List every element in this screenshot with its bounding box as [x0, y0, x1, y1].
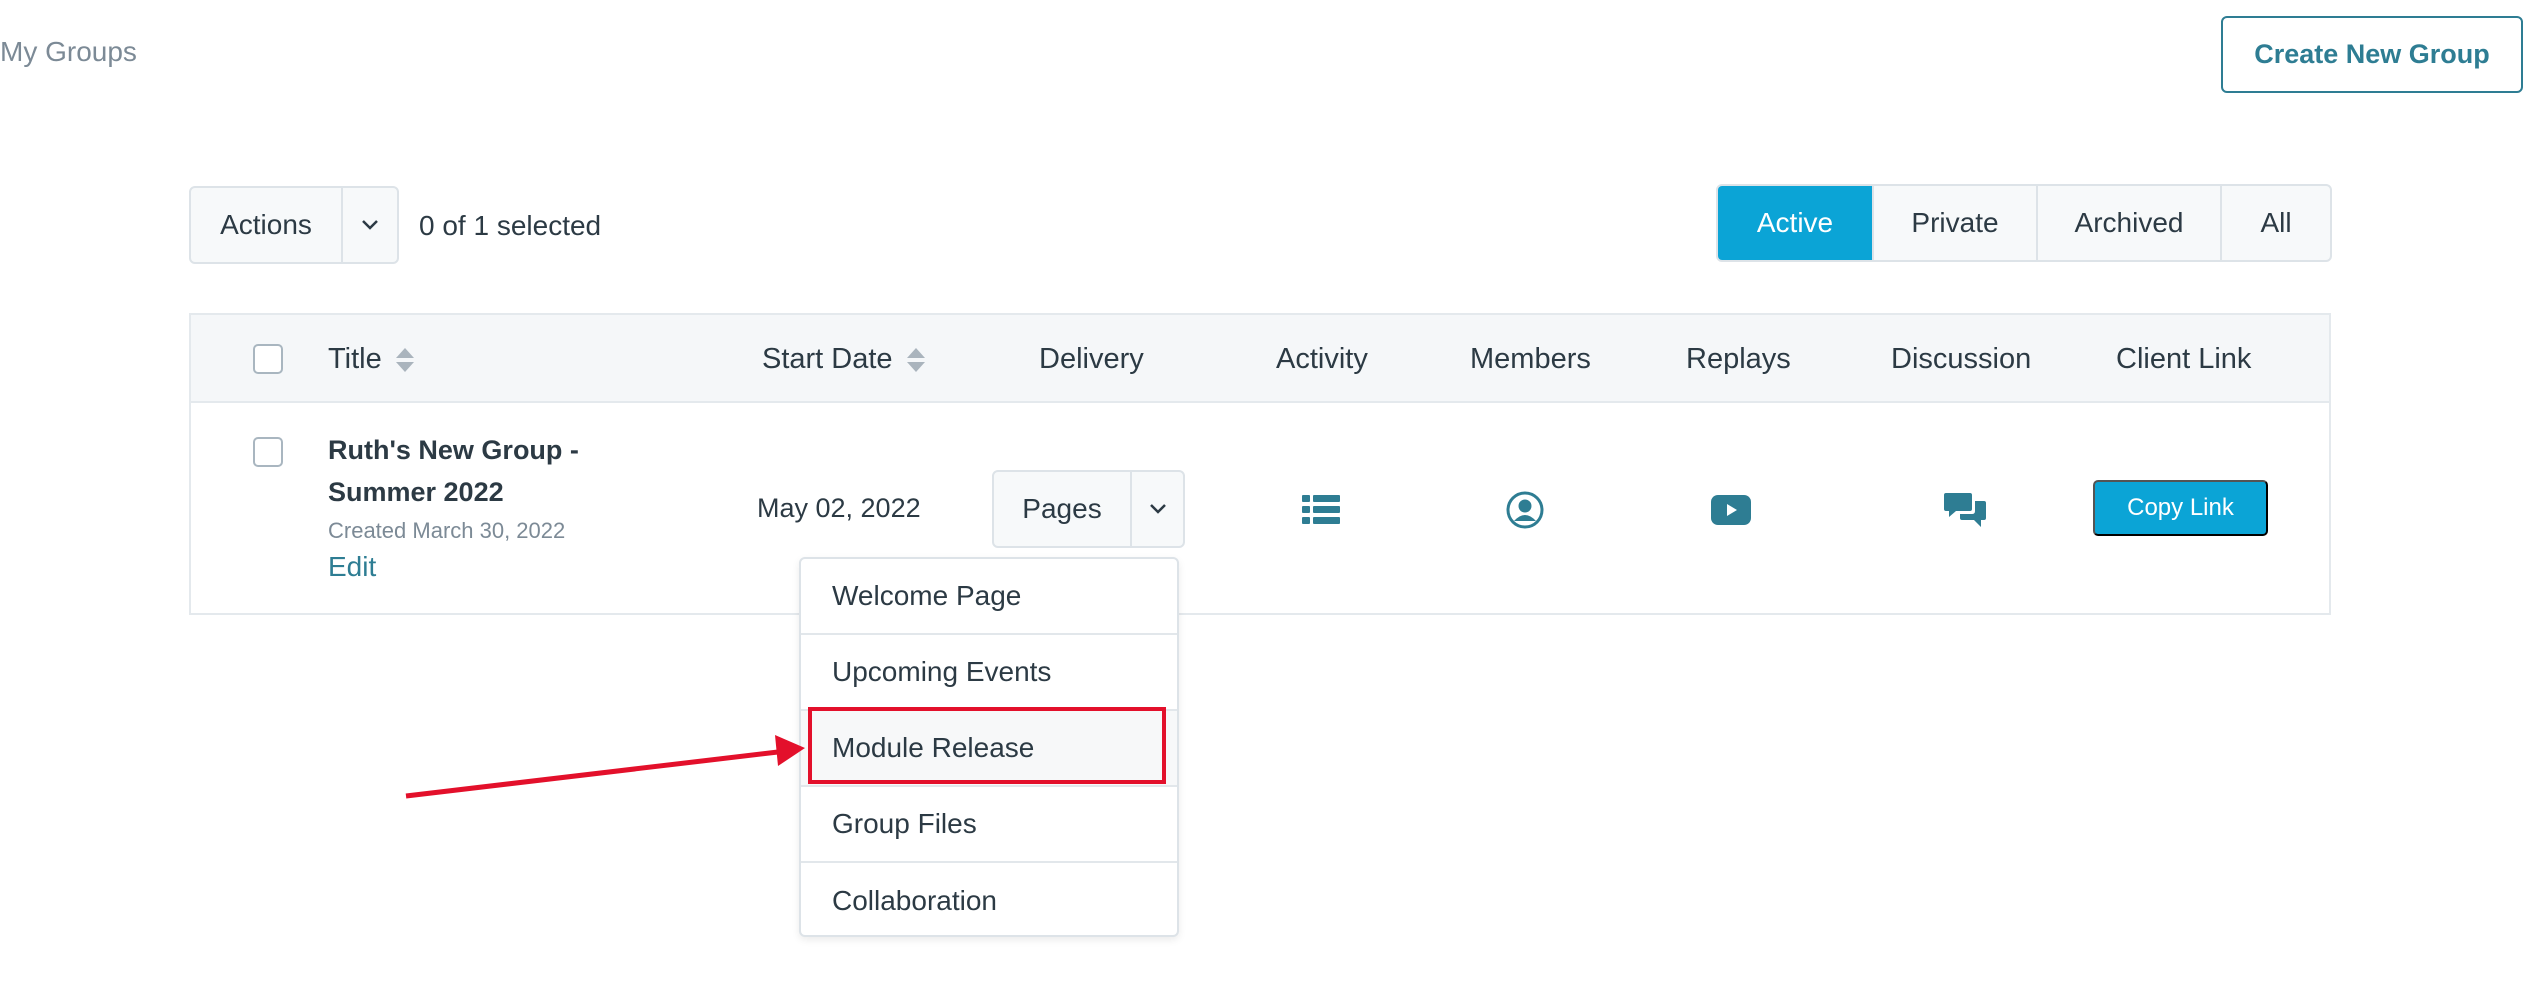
actions-button-label[interactable]: Actions: [191, 188, 341, 262]
table-header: Title Start Date Delivery Activity Membe…: [191, 315, 2329, 403]
chevron-down-icon[interactable]: [341, 188, 397, 262]
status-filter-tabs: Active Private Archived All: [1716, 184, 2332, 262]
groups-table: Title Start Date Delivery Activity Membe…: [189, 313, 2331, 615]
start-date: May 02, 2022: [757, 493, 921, 523]
edit-link[interactable]: Edit: [328, 551, 376, 583]
column-members: Members: [1470, 343, 1591, 375]
annotation-highlight-box: [808, 707, 1166, 784]
copy-link-button[interactable]: Copy Link: [2093, 480, 2268, 536]
column-start-date[interactable]: Start Date: [762, 343, 925, 376]
list-icon[interactable]: [1299, 488, 1343, 532]
column-title-label: Title: [328, 343, 382, 375]
column-activity: Activity: [1276, 343, 1368, 375]
sort-icon[interactable]: [395, 346, 414, 374]
tab-private[interactable]: Private: [1872, 186, 2036, 260]
select-all-checkbox[interactable]: [253, 344, 283, 374]
chevron-down-icon[interactable]: [1130, 472, 1183, 546]
tab-all[interactable]: All: [2220, 186, 2330, 260]
play-icon[interactable]: [1709, 488, 1753, 532]
selection-count: 0 of 1 selected: [419, 210, 602, 241]
chat-bubbles-icon[interactable]: [1943, 488, 1987, 532]
user-circle-icon[interactable]: [1503, 488, 1547, 532]
column-client-link: Client Link: [2116, 343, 2252, 375]
column-discussion: Discussion: [1891, 343, 2032, 375]
group-created-date: Created March 30, 2022: [328, 518, 566, 543]
create-new-group-button[interactable]: Create New Group: [2221, 16, 2523, 93]
column-delivery: Delivery: [1039, 343, 1144, 375]
menu-item-group-files[interactable]: Group Files: [801, 787, 1177, 863]
menu-item-upcoming-events[interactable]: Upcoming Events: [801, 635, 1177, 711]
menu-item-welcome-page[interactable]: Welcome Page: [801, 559, 1177, 635]
delivery-pages-dropdown[interactable]: Pages: [992, 470, 1185, 548]
pages-button-label[interactable]: Pages: [994, 472, 1130, 546]
tab-active[interactable]: Active: [1718, 186, 1872, 260]
column-start-date-label: Start Date: [762, 343, 893, 375]
row-checkbox[interactable]: [253, 437, 283, 467]
tab-archived[interactable]: Archived: [2036, 186, 2220, 260]
group-title: Ruth's New Group - Summer 2022: [328, 435, 579, 507]
actions-split-button[interactable]: Actions: [189, 186, 399, 264]
page-title: My Groups: [0, 36, 137, 67]
column-replays: Replays: [1686, 343, 1791, 375]
column-title[interactable]: Title: [328, 343, 414, 376]
menu-item-collaboration[interactable]: Collaboration: [801, 863, 1177, 939]
sort-icon[interactable]: [906, 346, 925, 374]
